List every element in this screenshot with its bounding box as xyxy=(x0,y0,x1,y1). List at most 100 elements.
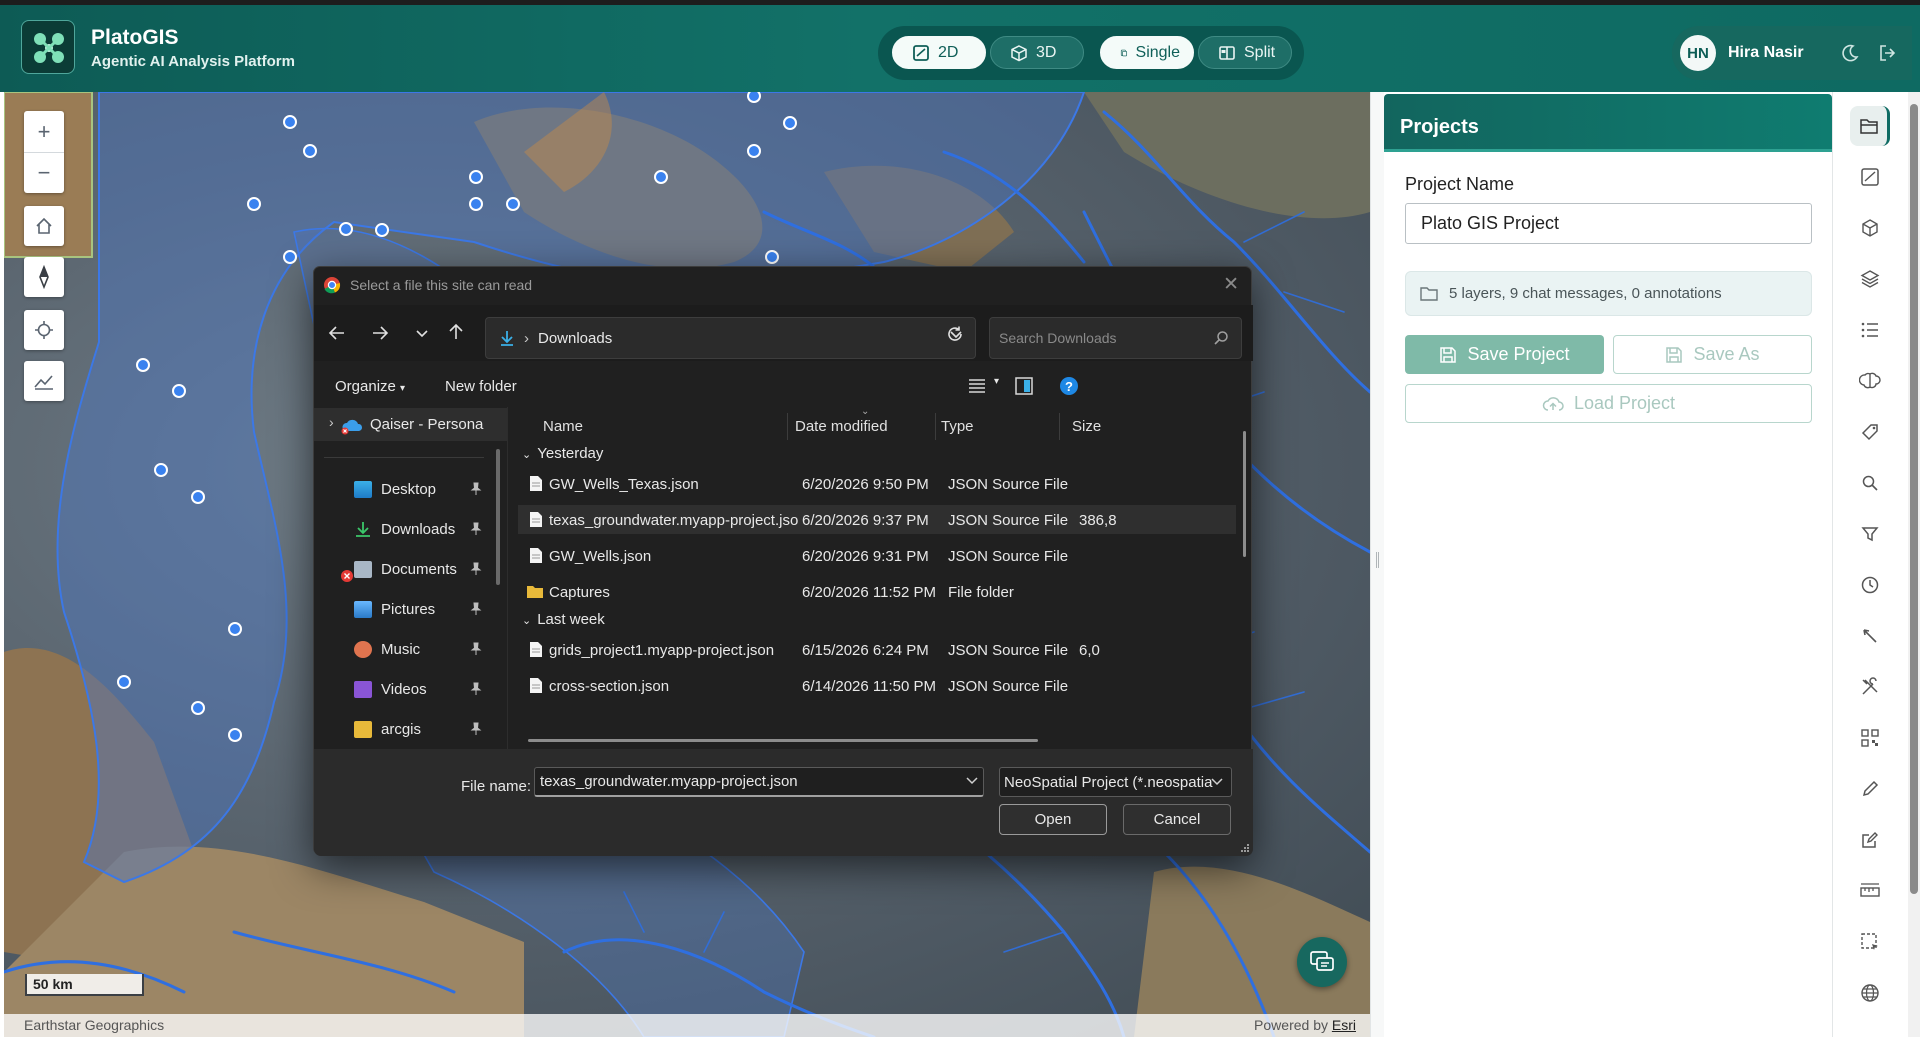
load-project-button[interactable]: Load Project xyxy=(1405,384,1812,423)
refresh-icon[interactable] xyxy=(946,325,964,343)
address-bar[interactable]: › Downloads xyxy=(485,317,976,359)
group-yesterday[interactable]: ⌄ Yesterday xyxy=(522,445,603,462)
list-item[interactable]: GW_Wells.json 6/20/2026 9:31 PM JSON Sou… xyxy=(518,541,1236,570)
analysis-tools[interactable] xyxy=(1850,667,1890,707)
file-name-input[interactable] xyxy=(534,767,984,797)
vertical-scrollbar[interactable] xyxy=(1243,431,1246,557)
list-item[interactable]: Captures 6/20/2026 11:52 PM File folder xyxy=(518,577,1236,606)
select-tool[interactable] xyxy=(1850,922,1890,962)
home-button[interactable] xyxy=(24,206,64,246)
group-last-week[interactable]: ⌄ Last week xyxy=(522,611,605,628)
measure-button[interactable] xyxy=(24,361,64,401)
nav-item-pictures[interactable]: Pictures xyxy=(314,593,507,626)
project-name-input[interactable] xyxy=(1405,203,1812,244)
column-header-size[interactable]: Size xyxy=(1072,407,1101,443)
nav-item-music[interactable]: Music xyxy=(314,633,507,666)
column-header-name[interactable]: Name xyxy=(543,407,583,443)
pin-icon xyxy=(470,682,482,696)
list-item[interactable]: grids_project1.myapp-project.json 6/15/2… xyxy=(518,635,1236,664)
collapse-chevron-icon[interactable]: ⌄ xyxy=(522,449,531,461)
search-tool[interactable] xyxy=(1850,463,1890,503)
expand-chevron-icon[interactable]: › xyxy=(329,414,334,430)
qr-grid-tool[interactable] xyxy=(1850,718,1890,758)
mode-2d-button[interactable]: 2D xyxy=(892,36,986,69)
list-item[interactable]: GW_Wells_Texas.json 6/20/2026 9:50 PM JS… xyxy=(518,469,1236,498)
zoom-out-button[interactable]: − xyxy=(24,152,64,193)
list-item[interactable]: texas_groundwater.myapp-project.json 6/2… xyxy=(518,505,1236,534)
page-scrollbar-thumb[interactable] xyxy=(1910,104,1918,894)
user-menu[interactable]: HN Hira Nasir xyxy=(1672,26,1912,80)
layers-tool[interactable] xyxy=(1850,259,1890,299)
ai-chat-tool[interactable] xyxy=(1850,361,1890,401)
nav-item-arcgis[interactable]: arcgis xyxy=(314,713,507,746)
column-header-date[interactable]: Date modified xyxy=(795,407,888,443)
open-button[interactable]: Open xyxy=(999,804,1107,835)
logout-icon[interactable] xyxy=(1877,42,1899,64)
projects-tool[interactable] xyxy=(1850,106,1890,146)
globe-tool[interactable] xyxy=(1850,973,1890,1013)
up-arrow-icon[interactable] xyxy=(448,323,464,341)
history-tool[interactable] xyxy=(1850,565,1890,605)
help-icon[interactable]: ? xyxy=(1059,376,1079,396)
pictures-icon xyxy=(354,601,372,618)
save-as-button[interactable]: Save As xyxy=(1613,335,1812,374)
compass-button[interactable] xyxy=(24,257,64,297)
mode-split-button[interactable]: Split xyxy=(1198,36,1292,69)
pointer-tool[interactable] xyxy=(1850,616,1890,656)
file-type-select[interactable]: NeoSpatial Project (*.neospatia xyxy=(999,767,1232,797)
esri-link[interactable]: Esri xyxy=(1332,1017,1356,1033)
column-separator[interactable] xyxy=(935,413,936,440)
save-project-button[interactable]: Save Project xyxy=(1405,335,1604,374)
moon-icon[interactable] xyxy=(1840,43,1860,63)
view-options-caret-icon[interactable]: ▾ xyxy=(994,376,999,387)
nav-item-onedrive[interactable]: › Qaiser - Persona xyxy=(314,408,507,441)
videos-icon xyxy=(354,681,372,698)
tag-tool[interactable] xyxy=(1850,412,1890,452)
draw-tool[interactable] xyxy=(1850,769,1890,809)
breadcrumb-separator-icon: › xyxy=(524,329,529,347)
filter-tool[interactable] xyxy=(1850,514,1890,554)
cube-icon xyxy=(1862,219,1878,237)
nav-item-videos[interactable]: Videos xyxy=(314,673,507,706)
locate-button[interactable] xyxy=(24,310,64,350)
organize-caret-icon: ▾ xyxy=(400,383,406,394)
edit-tool[interactable] xyxy=(1850,820,1890,860)
app-header: PlatoGIS Agentic AI Analysis Platform 2D… xyxy=(0,0,1920,92)
search-input[interactable]: Search Downloads xyxy=(989,317,1242,359)
resize-grip-icon[interactable] xyxy=(1240,843,1250,853)
nav-scrollbar[interactable] xyxy=(496,449,500,585)
legend-tool[interactable] xyxy=(1850,310,1890,350)
panel-resize-handle[interactable] xyxy=(1370,92,1384,1037)
mode-split-label: Split xyxy=(1244,43,1276,61)
preview-pane-icon[interactable] xyxy=(1014,376,1034,396)
collapse-chevron-icon[interactable]: ⌄ xyxy=(522,615,531,627)
recent-locations-chevron-icon[interactable] xyxy=(415,329,429,339)
chat-button[interactable] xyxy=(1297,937,1347,987)
file-date: 6/20/2026 9:31 PM xyxy=(802,548,929,565)
nav-item-desktop[interactable]: Desktop xyxy=(314,473,507,506)
forward-arrow-icon[interactable] xyxy=(371,325,389,341)
nav-item-downloads[interactable]: Downloads xyxy=(314,513,507,546)
new-folder-button[interactable]: New folder xyxy=(445,378,517,395)
list-item[interactable]: cross-section.json 6/14/2026 11:50 PM JS… xyxy=(518,671,1236,700)
map-2d-tool[interactable] xyxy=(1850,157,1890,197)
chevron-down-icon[interactable] xyxy=(966,777,978,785)
horizontal-scrollbar[interactable] xyxy=(528,739,1038,742)
measure-tool[interactable] xyxy=(1850,871,1890,911)
cancel-button[interactable]: Cancel xyxy=(1123,804,1231,835)
mode-single-button[interactable]: Single xyxy=(1100,36,1194,69)
scene-3d-tool[interactable] xyxy=(1850,208,1890,248)
close-icon[interactable]: ✕ xyxy=(1223,273,1239,296)
organize-button[interactable]: Organize ▾ xyxy=(335,378,405,395)
platogis-logo[interactable] xyxy=(21,20,75,74)
mode-3d-button[interactable]: 3D xyxy=(990,36,1084,69)
zoom-in-button[interactable]: + xyxy=(24,111,64,152)
view-options-icon[interactable] xyxy=(967,377,987,395)
back-arrow-icon[interactable] xyxy=(328,325,346,341)
column-separator[interactable] xyxy=(787,413,788,440)
column-header-type[interactable]: Type xyxy=(941,407,974,443)
page-scrollbar[interactable] xyxy=(1908,92,1920,1037)
nav-item-documents[interactable]: Documents xyxy=(314,553,507,586)
file-size: 6,0 xyxy=(1079,642,1100,659)
column-separator[interactable] xyxy=(1059,413,1060,440)
